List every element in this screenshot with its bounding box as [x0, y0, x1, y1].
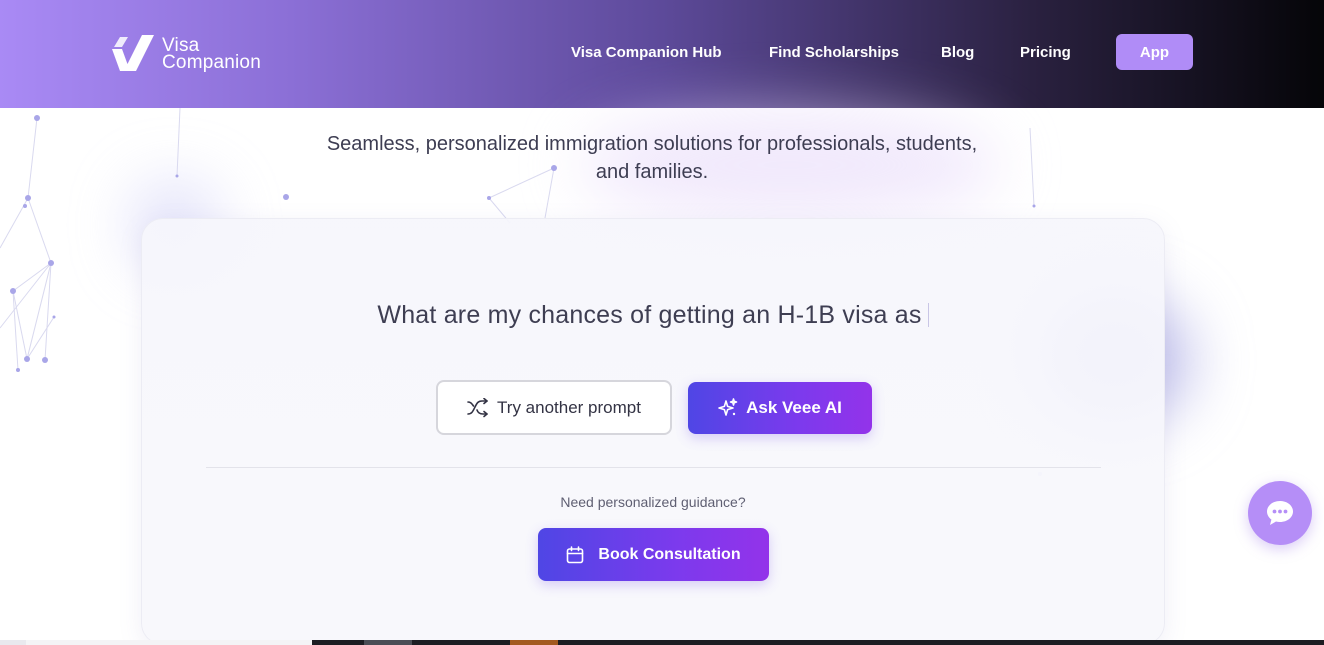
chat-widget-button[interactable] — [1248, 481, 1312, 545]
ask-veee-ai-button[interactable]: Ask Veee AI — [688, 382, 872, 434]
guidance-text: Need personalized guidance? — [560, 494, 746, 510]
site-header: Visa Companion Visa Companion Hub Find S… — [0, 0, 1324, 108]
taskbar-segment — [510, 640, 558, 645]
nav-link-find-scholarships[interactable]: Find Scholarships — [769, 44, 899, 61]
app-button[interactable]: App — [1116, 34, 1193, 70]
nav-link-blog[interactable]: Blog — [941, 44, 974, 61]
book-consultation-label: Book Consultation — [598, 545, 741, 563]
try-another-prompt-button[interactable]: Try another prompt — [436, 380, 672, 435]
chat-bubble-icon — [1267, 501, 1293, 525]
card-divider — [206, 467, 1101, 468]
typing-caret — [927, 303, 929, 327]
sparkles-icon — [718, 398, 738, 416]
shuffle-icon — [467, 397, 488, 417]
prompt-display: What are my chances of getting an H-1B v… — [142, 301, 1164, 330]
taskbar-segment — [364, 640, 412, 645]
try-another-prompt-label: Try another prompt — [497, 397, 641, 417]
ai-prompt-card: What are my chances of getting an H-1B v… — [141, 218, 1165, 645]
os-taskbar-strip — [0, 640, 1324, 645]
hero-subtitle: Seamless, personalized immigration solut… — [262, 130, 1042, 186]
nav-link-visa-companion-hub[interactable]: Visa Companion Hub — [571, 44, 722, 61]
ask-veee-ai-label: Ask Veee AI — [746, 398, 842, 417]
hero-subtitle-line2: and families. — [595, 161, 709, 183]
nav-link-pricing[interactable]: Pricing — [1020, 44, 1071, 61]
calendar-icon — [567, 545, 584, 563]
prompt-text: What are my chances of getting an H-1B v… — [377, 301, 922, 329]
hero-subtitle-line1: Seamless, personalized immigration solut… — [326, 133, 978, 155]
taskbar-segment — [0, 640, 26, 645]
book-consultation-button[interactable]: Book Consultation — [538, 528, 769, 581]
taskbar-segment — [26, 640, 312, 645]
